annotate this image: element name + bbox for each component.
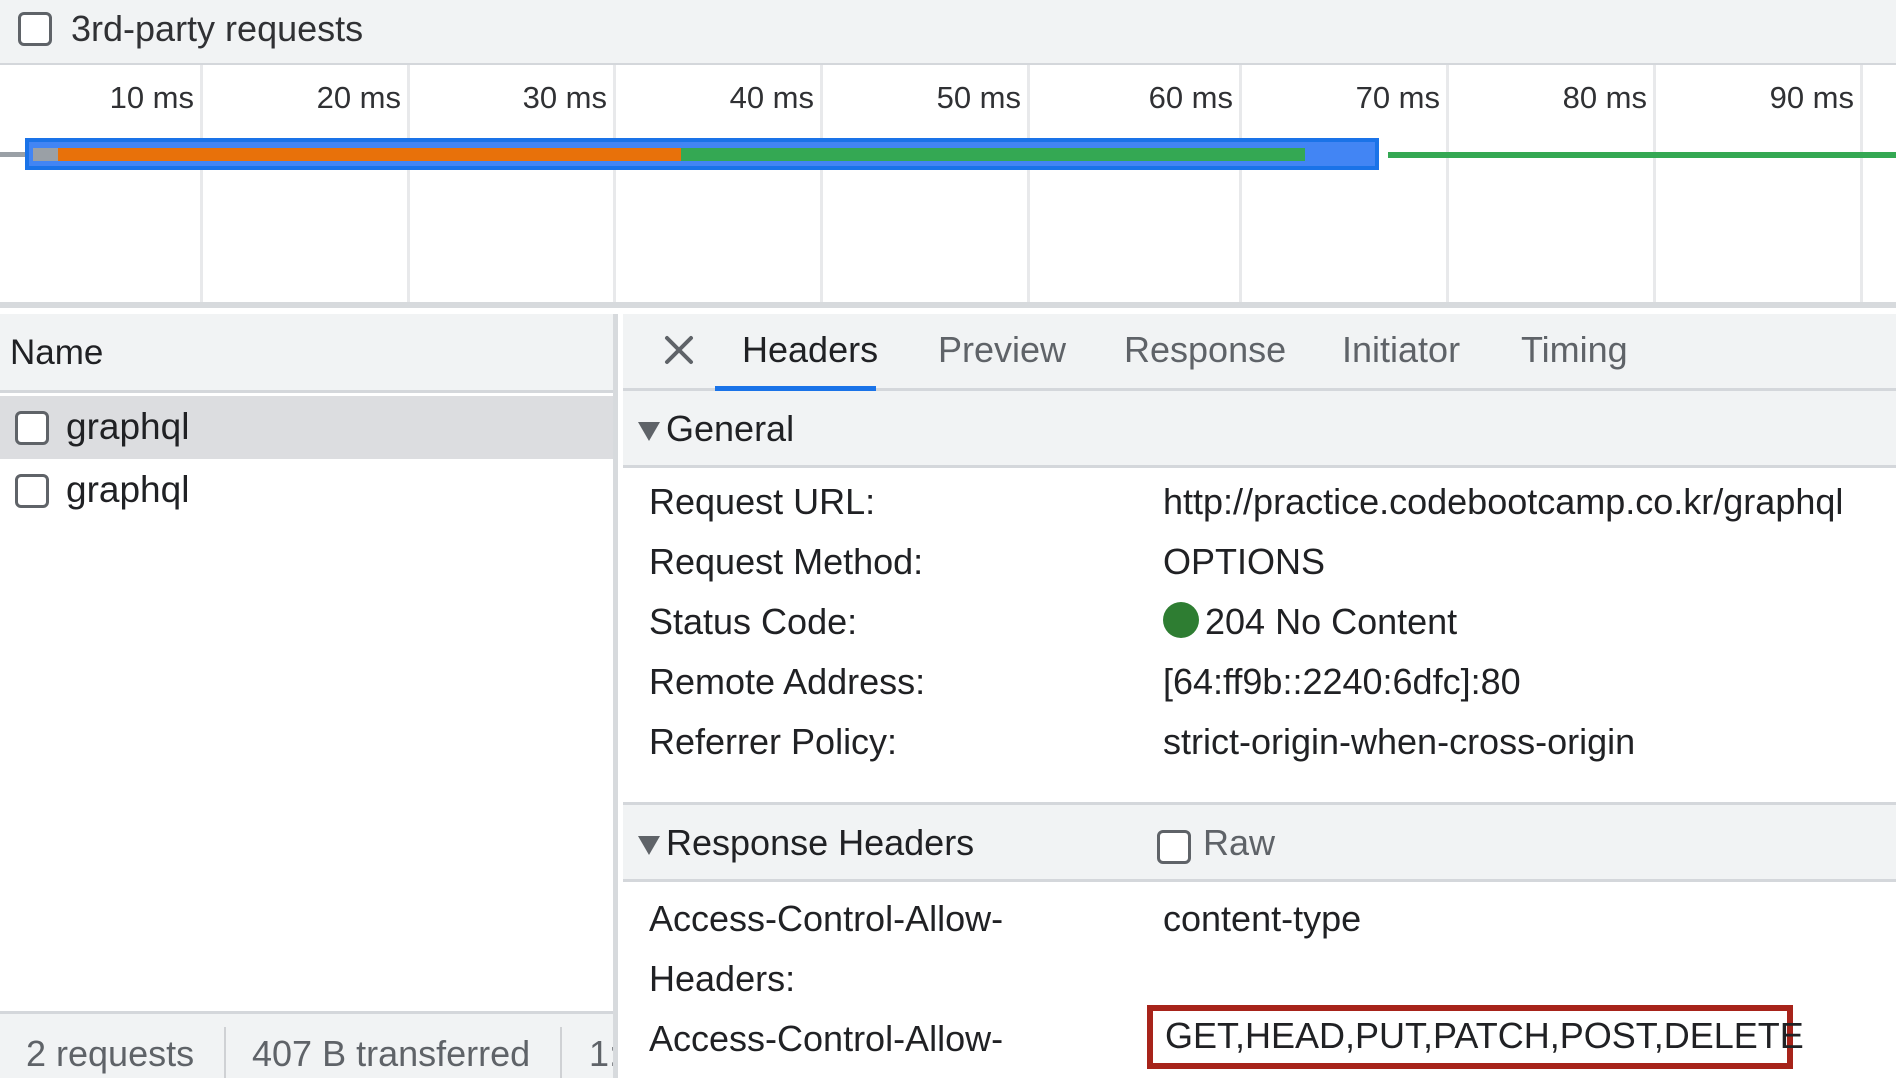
filter-bar: 3rd-party requests xyxy=(0,0,1896,65)
requests-pane: Name graphql graphql 2 requests 407 B tr… xyxy=(0,314,618,1078)
waterfall-download-segment xyxy=(681,148,1305,161)
waterfall-selected-request-bar[interactable] xyxy=(25,138,1379,170)
timeline-tick-label: 60 ms xyxy=(1148,80,1233,115)
timeline-overview[interactable]: 10 ms 20 ms 30 ms 40 ms 50 ms 60 ms 70 m… xyxy=(0,65,1896,308)
request-method-value: OPTIONS xyxy=(1163,541,1326,582)
allow-methods-highlight: GET,HEAD,PUT,PATCH,POST,DELETE xyxy=(1147,1005,1804,1069)
response-headers-section-header[interactable]: Response Headers Raw xyxy=(623,802,1896,882)
referrer-policy-value: strict-origin-when-cross-origin xyxy=(1163,721,1636,762)
status-divider xyxy=(560,1027,562,1078)
request-name: graphql xyxy=(66,469,190,510)
details-tab-bar: Headers Preview Response Initiator Timin… xyxy=(623,314,1896,391)
timeline-gridline xyxy=(1027,65,1030,302)
general-section-title: General xyxy=(666,408,795,449)
general-section-header[interactable]: General xyxy=(623,391,1896,468)
timeline-tick-label: 40 ms xyxy=(729,80,814,115)
third-party-requests-checkbox[interactable] xyxy=(18,12,52,46)
raw-label[interactable]: Raw xyxy=(1203,821,1275,865)
triangle-down-icon[interactable] xyxy=(638,836,660,855)
timeline-tick-label: 50 ms xyxy=(936,80,1021,115)
close-icon[interactable] xyxy=(659,330,699,370)
remote-address-label: Remote Address: xyxy=(649,661,926,702)
third-party-requests-label[interactable]: 3rd-party requests xyxy=(71,7,363,51)
waterfall-lead-line xyxy=(0,152,28,157)
request-count: 2 requests xyxy=(26,1033,195,1074)
request-url-label: Request URL: xyxy=(649,481,876,522)
tab-headers[interactable]: Headers xyxy=(742,328,878,372)
timeline-tick-label: 30 ms xyxy=(522,80,607,115)
allow-methods-value: GET,HEAD,PUT,PATCH,POST,DELETE xyxy=(1165,1015,1804,1056)
waterfall-waiting-segment xyxy=(58,148,681,161)
request-details-pane: Headers Preview Response Initiator Timin… xyxy=(623,314,1896,1078)
status-code-value: 204 No Content xyxy=(1163,600,1457,644)
timeline-tick-label: 20 ms xyxy=(316,80,401,115)
request-method-label: Request Method: xyxy=(649,541,924,582)
tab-timing[interactable]: Timing xyxy=(1521,328,1628,372)
allow-headers-label-continued: Headers: xyxy=(649,958,796,999)
request-url-value: http://practice.codebootcamp.co.kr/graph… xyxy=(1163,481,1844,522)
status-code-label: Status Code: xyxy=(649,601,858,642)
timeline-gridline xyxy=(1860,65,1863,302)
tab-initiator[interactable]: Initiator xyxy=(1342,328,1460,372)
referrer-policy-label: Referrer Policy: xyxy=(649,721,898,762)
request-row[interactable]: graphql xyxy=(0,396,613,459)
allow-headers-value: content-type xyxy=(1163,898,1362,939)
remote-address-value: [64:ff9b::2240:6dfc]:80 xyxy=(1163,661,1521,702)
raw-checkbox[interactable] xyxy=(1157,830,1191,864)
status-dot-icon xyxy=(1163,602,1199,638)
response-headers-title: Response Headers xyxy=(666,822,975,863)
status-code-text: 204 No Content xyxy=(1205,601,1458,642)
timeline-tick-label: 10 ms xyxy=(109,80,194,115)
timeline-tick-label: 70 ms xyxy=(1355,80,1440,115)
resources-size-truncated: 1: xyxy=(589,1033,613,1074)
triangle-down-icon[interactable] xyxy=(638,422,660,441)
allow-methods-label: Access-Control-Allow- xyxy=(649,1018,1004,1059)
tab-response[interactable]: Response xyxy=(1124,328,1286,372)
requests-status-bar: 2 requests 407 B transferred 1: xyxy=(0,1011,613,1078)
request-checkbox-icon[interactable] xyxy=(15,411,49,445)
transferred-size: 407 B transferred xyxy=(252,1033,531,1074)
name-column-header[interactable]: Name xyxy=(0,314,613,393)
allow-headers-label: Access-Control-Allow- xyxy=(649,898,1004,939)
request-name: graphql xyxy=(66,406,190,447)
name-column-label: Name xyxy=(10,333,104,372)
status-divider xyxy=(224,1027,226,1078)
waterfall-second-request-line[interactable] xyxy=(1388,152,1896,158)
request-checkbox-icon[interactable] xyxy=(15,474,49,508)
tab-preview[interactable]: Preview xyxy=(938,328,1066,372)
timeline-tick-label: 80 ms xyxy=(1562,80,1647,115)
request-row[interactable]: graphql xyxy=(0,459,613,522)
timeline-tick-label: 90 ms xyxy=(1769,80,1854,115)
